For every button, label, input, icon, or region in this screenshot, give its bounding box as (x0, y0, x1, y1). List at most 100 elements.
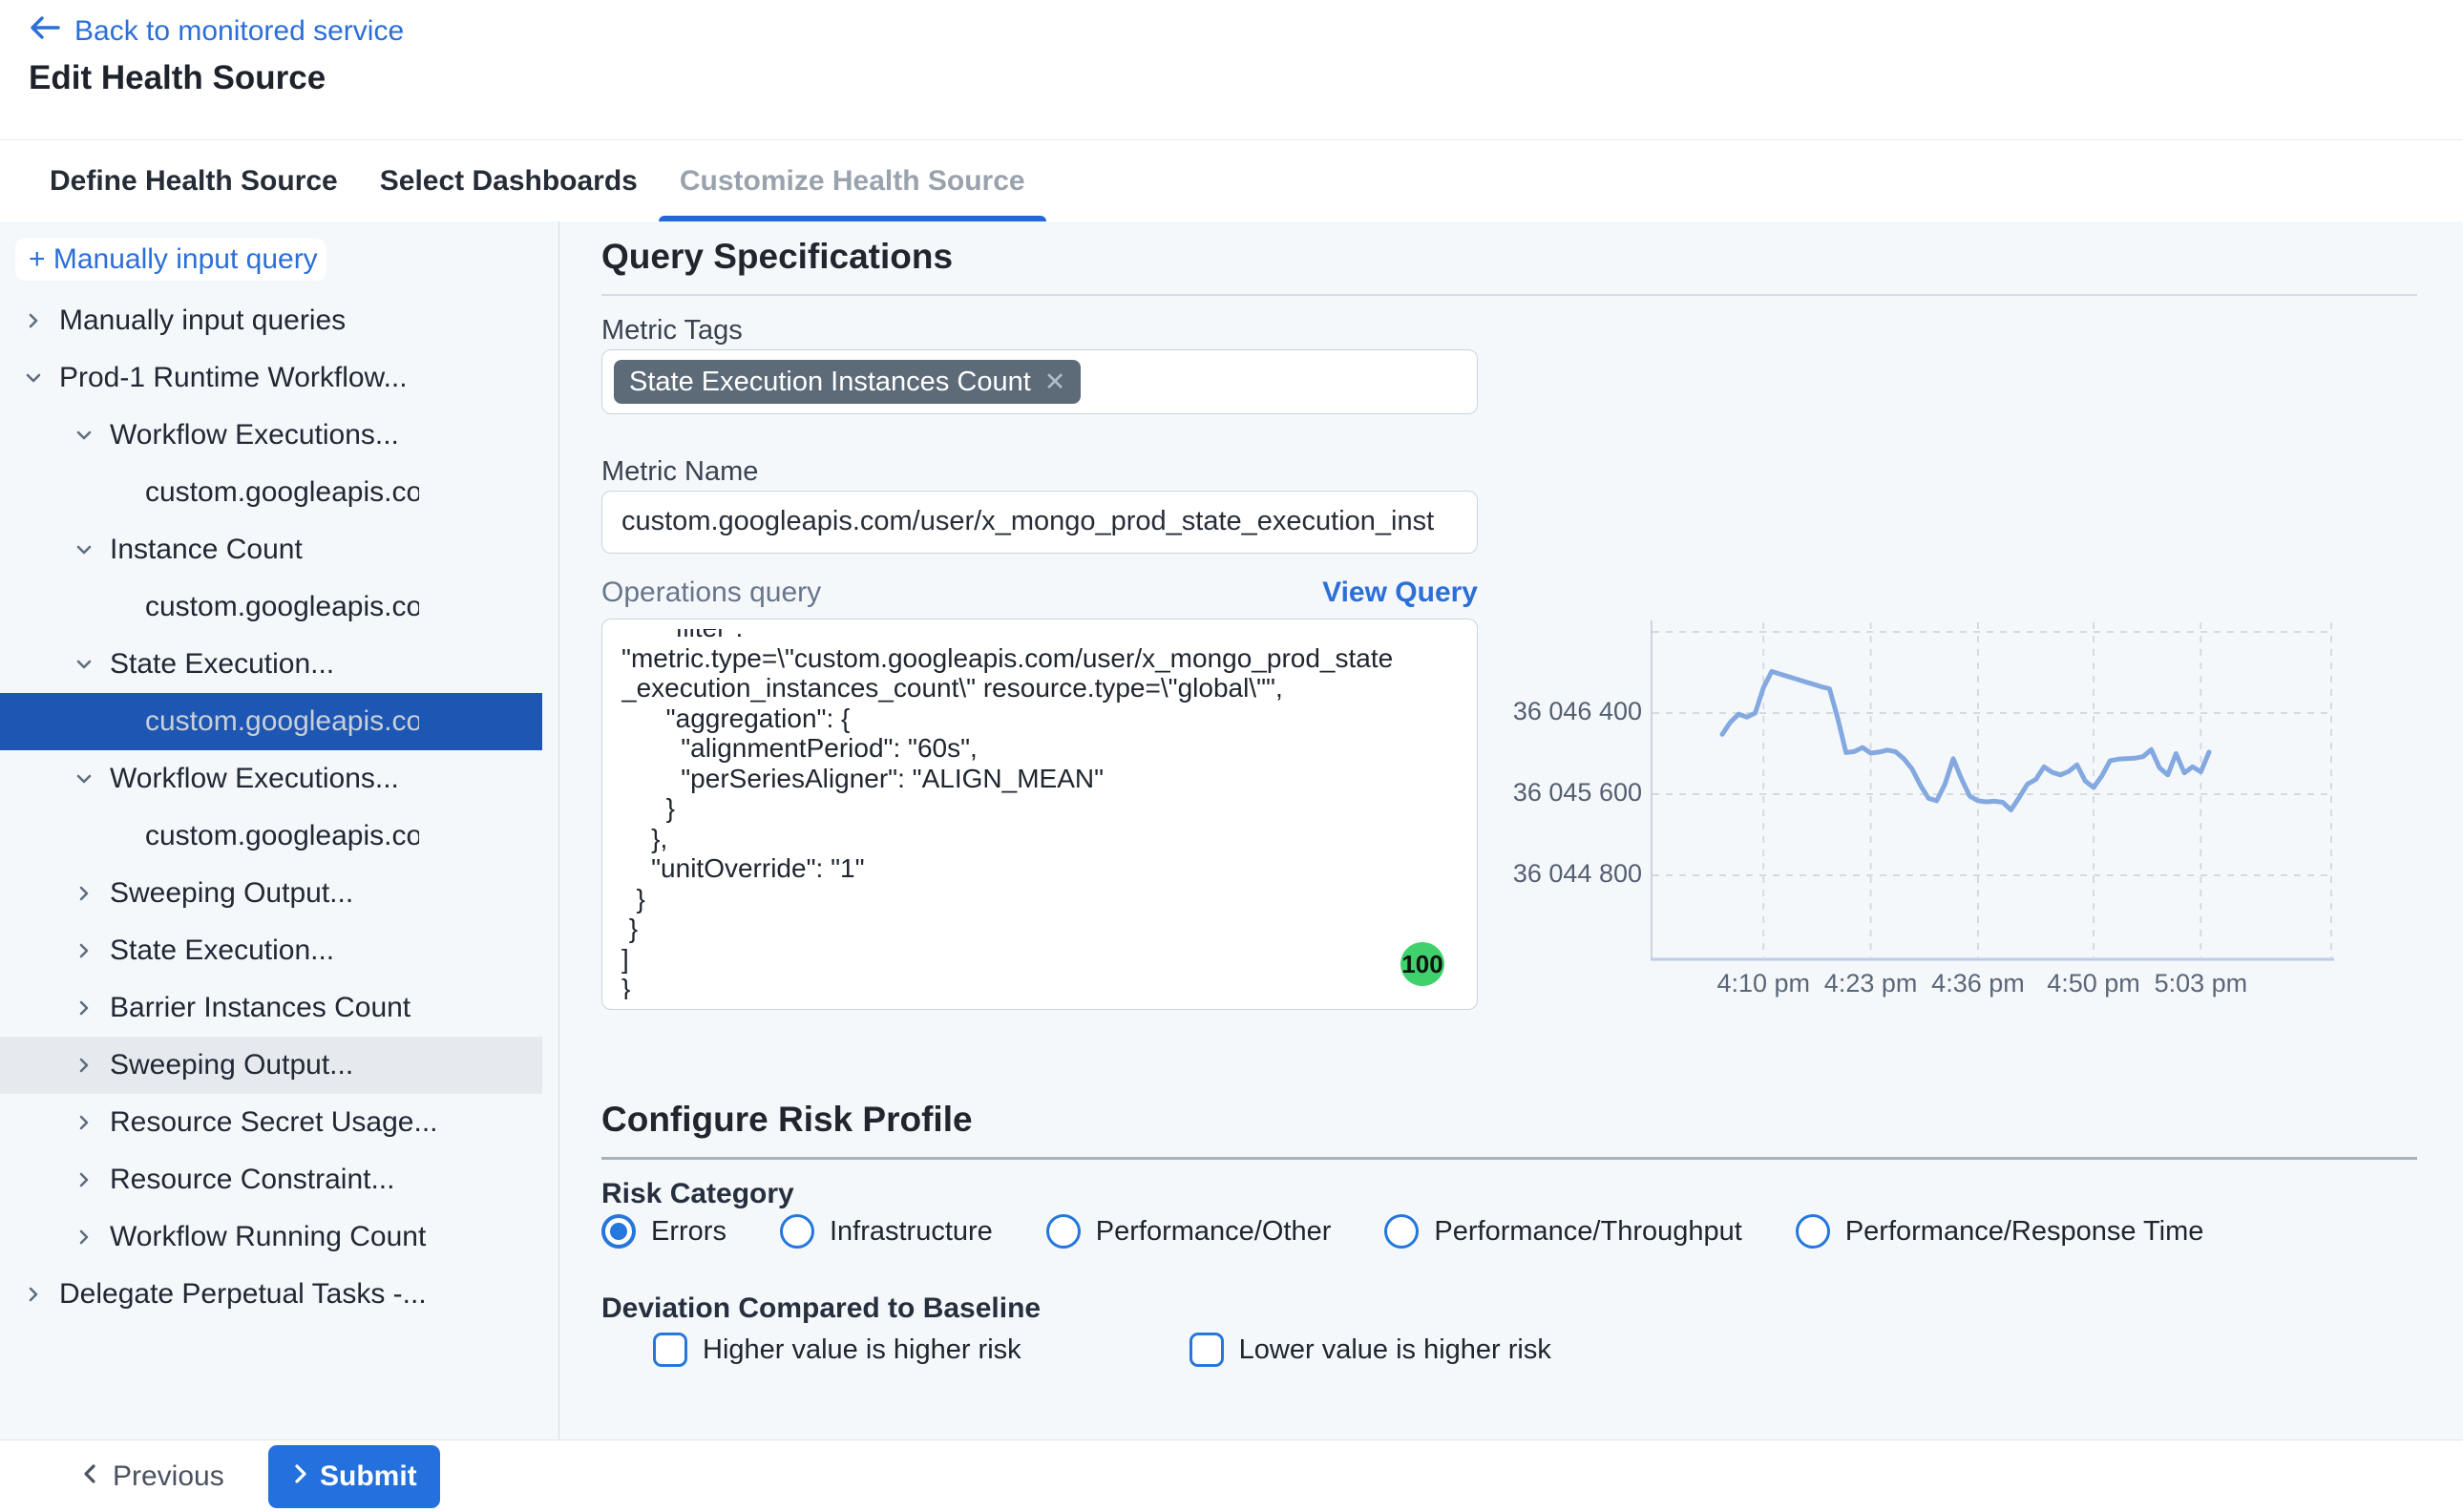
metric-tag-chip-label: State Execution Instances Count (629, 367, 1031, 398)
radio-circle-icon[interactable] (1384, 1214, 1419, 1249)
radio-label: Performance/Response Time (1845, 1216, 2204, 1248)
risk-radio-performance-response-time[interactable]: Performance/Response Time (1796, 1214, 2204, 1249)
view-query-link[interactable]: View Query (1322, 577, 1478, 609)
risk-category-label: Risk Category (601, 1178, 794, 1210)
tree-row-label: Resource Secret Usage... (110, 1106, 438, 1139)
metric-tags-label: Metric Tags (601, 315, 743, 346)
operations-query-label: Operations query (601, 577, 821, 609)
chevron-right-icon[interactable] (73, 1168, 95, 1191)
radio-label: Performance/Other (1096, 1216, 1332, 1248)
query-clip: "filter": "metric.type=\"custom.googleap… (621, 629, 1458, 999)
y-axis-tick-label: 36 046 400 (1499, 697, 1642, 726)
radio-label: Errors (651, 1216, 726, 1248)
radio-circle-icon[interactable] (1796, 1214, 1830, 1249)
tree-row-label: Instance Count (110, 534, 303, 566)
tree-row-5[interactable]: custom.googleapis.co (0, 578, 542, 636)
radio-circle-icon[interactable] (780, 1214, 814, 1249)
deviation-checkbox-group: Higher value is higher risk Lower value i… (653, 1333, 1551, 1367)
chevron-right-icon[interactable] (22, 309, 45, 332)
submit-button[interactable]: Submit (268, 1445, 440, 1508)
metric-query-tree: Manually input queries Prod-1 Runtime Wor… (0, 292, 558, 1323)
risk-radio-infrastructure[interactable]: Infrastructure (780, 1214, 993, 1249)
tree-row-label: State Execution... (110, 934, 334, 967)
tree-row-14[interactable]: Resource Secret Usage... (0, 1094, 542, 1151)
tree-row-0[interactable]: Manually input queries (0, 292, 542, 349)
chevron-right-icon[interactable] (73, 1054, 95, 1077)
metric-preview-chart: 36 046 40036 045 60036 044 8004:10 pm4:2… (1499, 607, 2453, 1056)
chevron-down-icon[interactable] (73, 767, 95, 790)
tree-row-label: Prod-1 Runtime Workflow... (59, 362, 408, 394)
tab-define-health-source[interactable]: Define Health Source (29, 140, 359, 222)
chevron-down-icon[interactable] (73, 653, 95, 676)
tree-row-8[interactable]: Workflow Executions... (0, 750, 542, 808)
tree-row-16[interactable]: Workflow Running Count (0, 1208, 542, 1266)
chevron-right-icon[interactable] (73, 1111, 95, 1134)
metric-tags-input[interactable]: State Execution Instances Count ✕ (601, 349, 1478, 414)
tree-row-9[interactable]: custom.googleapis.co (0, 808, 542, 865)
chevron-right-icon[interactable] (73, 1226, 95, 1249)
chevron-down-icon[interactable] (73, 424, 95, 447)
tree-row-label: custom.googleapis.co (145, 476, 419, 509)
previous-button[interactable]: Previous (80, 1440, 224, 1512)
tree-row-label: custom.googleapis.co (145, 820, 419, 852)
tree-row-label: Workflow Executions... (110, 419, 399, 452)
tree-row-label: Delegate Perpetual Tasks -... (59, 1278, 427, 1311)
operations-query-editor[interactable]: "filter": "metric.type=\"custom.googleap… (601, 619, 1478, 1010)
checkbox-icon[interactable] (1189, 1333, 1224, 1367)
tree-row-1[interactable]: Prod-1 Runtime Workflow... (0, 349, 542, 407)
query-records-badge: 100 (1400, 942, 1444, 986)
risk-radio-performance-throughput[interactable]: Performance/Throughput (1384, 1214, 1741, 1249)
tree-row-6[interactable]: State Execution... (0, 636, 542, 693)
chevron-down-icon[interactable] (22, 367, 45, 389)
tree-row-10[interactable]: Sweeping Output... (0, 865, 542, 922)
back-link-label: Back to monitored service (74, 15, 404, 48)
x-axis-tick-label: 4:36 pm (1911, 969, 2045, 998)
back-arrow-icon (29, 15, 61, 48)
tree-row-4[interactable]: Instance Count (0, 521, 542, 578)
chevron-down-icon[interactable] (73, 538, 95, 561)
checkbox-label: Lower value is higher risk (1239, 1334, 1551, 1366)
deviation-checkbox-1[interactable]: Lower value is higher risk (1189, 1333, 1551, 1367)
tree-row-13[interactable]: Sweeping Output... (0, 1037, 542, 1094)
metric-name-field[interactable]: custom.googleapis.com/user/x_mongo_prod_… (601, 491, 1478, 554)
submit-button-label: Submit (320, 1460, 417, 1493)
chevron-right-icon[interactable] (73, 997, 95, 1019)
radio-circle-icon[interactable] (1046, 1214, 1081, 1249)
metric-tag-chip[interactable]: State Execution Instances Count ✕ (614, 360, 1081, 404)
tab-customize-health-source[interactable]: Customize Health Source (659, 140, 1046, 222)
query-tree-sidebar: + Manually input query Manually input qu… (0, 221, 559, 1439)
add-manual-query-label: + Manually input query (29, 243, 318, 276)
risk-radio-errors[interactable]: Errors (601, 1214, 726, 1249)
tree-row-label: custom.googleapis.co (145, 705, 419, 738)
tree-row-2[interactable]: Workflow Executions... (0, 407, 542, 464)
risk-radio-performance-other[interactable]: Performance/Other (1046, 1214, 1332, 1249)
metric-line-series (1722, 671, 2209, 809)
risk-category-radio-group: Errors Infrastructure Performance/Other Per… (601, 1214, 2203, 1249)
tree-row-7[interactable]: custom.googleapis.co (0, 693, 542, 750)
tree-row-label: Workflow Executions... (110, 763, 399, 795)
remove-tag-icon[interactable]: ✕ (1044, 368, 1066, 397)
section-divider-dark (601, 1157, 2417, 1160)
tree-row-15[interactable]: Resource Constraint... (0, 1151, 542, 1208)
deviation-checkbox-0[interactable]: Higher value is higher risk (653, 1333, 1021, 1367)
chevron-right-icon[interactable] (73, 882, 95, 905)
tree-row-label: Manually input queries (59, 304, 346, 337)
wizard-tabbar: Define Health Source Select Dashboards C… (0, 139, 2463, 221)
tab-select-dashboards[interactable]: Select Dashboards (359, 140, 659, 222)
chevron-left-icon (80, 1460, 101, 1493)
y-axis-tick-label: 36 045 600 (1499, 778, 1642, 808)
checkbox-icon[interactable] (653, 1333, 687, 1367)
deviation-baseline-label: Deviation Compared to Baseline (601, 1292, 1041, 1325)
tree-row-3[interactable]: custom.googleapis.co (0, 464, 542, 521)
back-to-monitored-service-link[interactable]: Back to monitored service (29, 15, 404, 48)
add-manual-query-button[interactable]: + Manually input query (15, 239, 326, 281)
tree-row-12[interactable]: Barrier Instances Count (0, 979, 542, 1037)
tree-row-17[interactable]: Delegate Perpetual Tasks -... (0, 1266, 542, 1323)
tree-row-label: State Execution... (110, 648, 334, 681)
tree-row-11[interactable]: State Execution... (0, 922, 542, 979)
metric-name-label: Metric Name (601, 456, 758, 488)
radio-circle-icon[interactable] (601, 1214, 636, 1249)
chevron-right-icon[interactable] (73, 939, 95, 962)
y-axis-tick-label: 36 044 800 (1499, 859, 1642, 889)
chevron-right-icon[interactable] (22, 1283, 45, 1306)
